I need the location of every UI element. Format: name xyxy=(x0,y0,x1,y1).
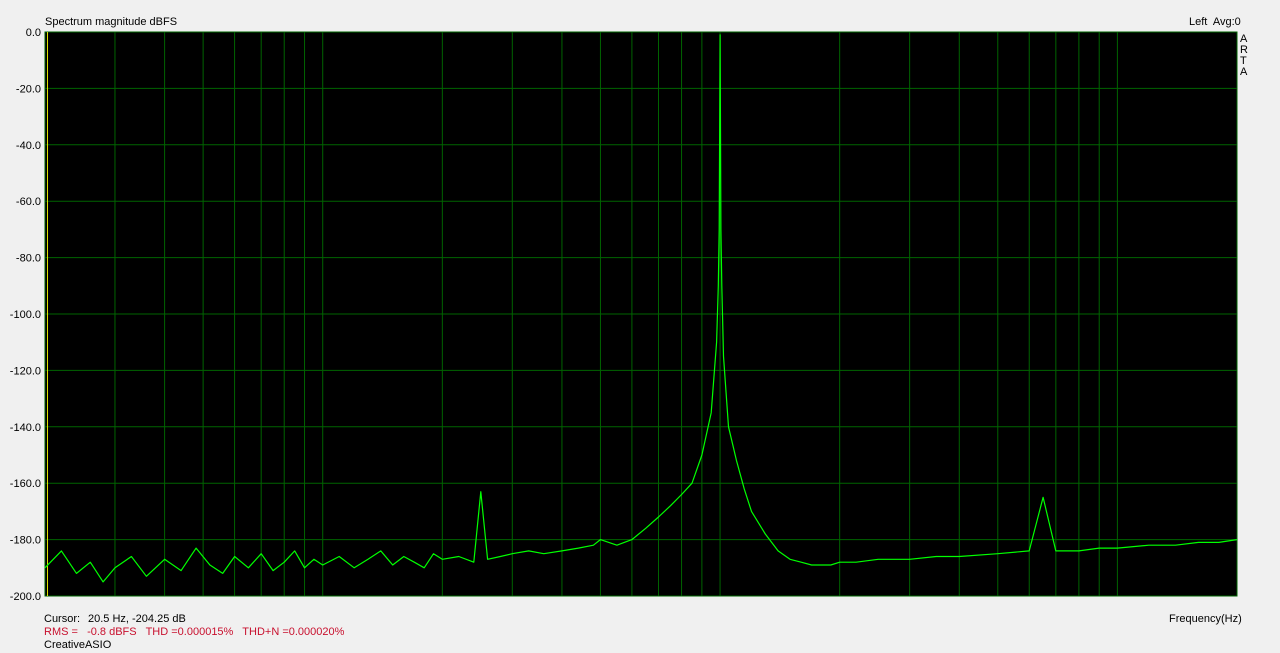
rms-thd-readout: RMS = -0.8 dBFS THD =0.000015% THD+N =0.… xyxy=(44,626,345,638)
y-tick-label: -140.0 xyxy=(10,422,41,434)
y-tick-label: -40.0 xyxy=(16,140,41,152)
y-tick-label: -200.0 xyxy=(10,591,41,600)
y-tick-label: -60.0 xyxy=(16,196,41,208)
y-tick-label: -80.0 xyxy=(16,253,41,265)
y-tick-label: -120.0 xyxy=(10,365,41,377)
y-axis-labels: 0.0 -20.0 -40.0 -60.0 -80.0 -100.0 -120.0 -140.… xyxy=(10,27,41,600)
y-tick-label: -100.0 xyxy=(10,309,41,321)
channel-status: Left Avg:0 xyxy=(1189,16,1241,28)
y-tick-label: -160.0 xyxy=(10,478,41,490)
cursor-readout: 20.5 Hz, -204.25 dB xyxy=(88,613,186,625)
cursor-label: Cursor: xyxy=(44,613,81,625)
y-tick-label: -20.0 xyxy=(16,83,41,95)
side-letter: A xyxy=(1240,66,1248,78)
y-tick-label: -180.0 xyxy=(10,535,41,547)
spectrum-chart[interactable]: 0.0 -20.0 -40.0 -60.0 -80.0 -100.0 -120.0 -140.… xyxy=(0,0,1280,600)
y-tick-label: 0.0 xyxy=(26,27,41,39)
chart-title: Spectrum magnitude dBFS xyxy=(45,16,178,28)
x-axis-title: Frequency(Hz) xyxy=(1169,613,1242,625)
device-name: CreativeASIO xyxy=(44,639,112,651)
